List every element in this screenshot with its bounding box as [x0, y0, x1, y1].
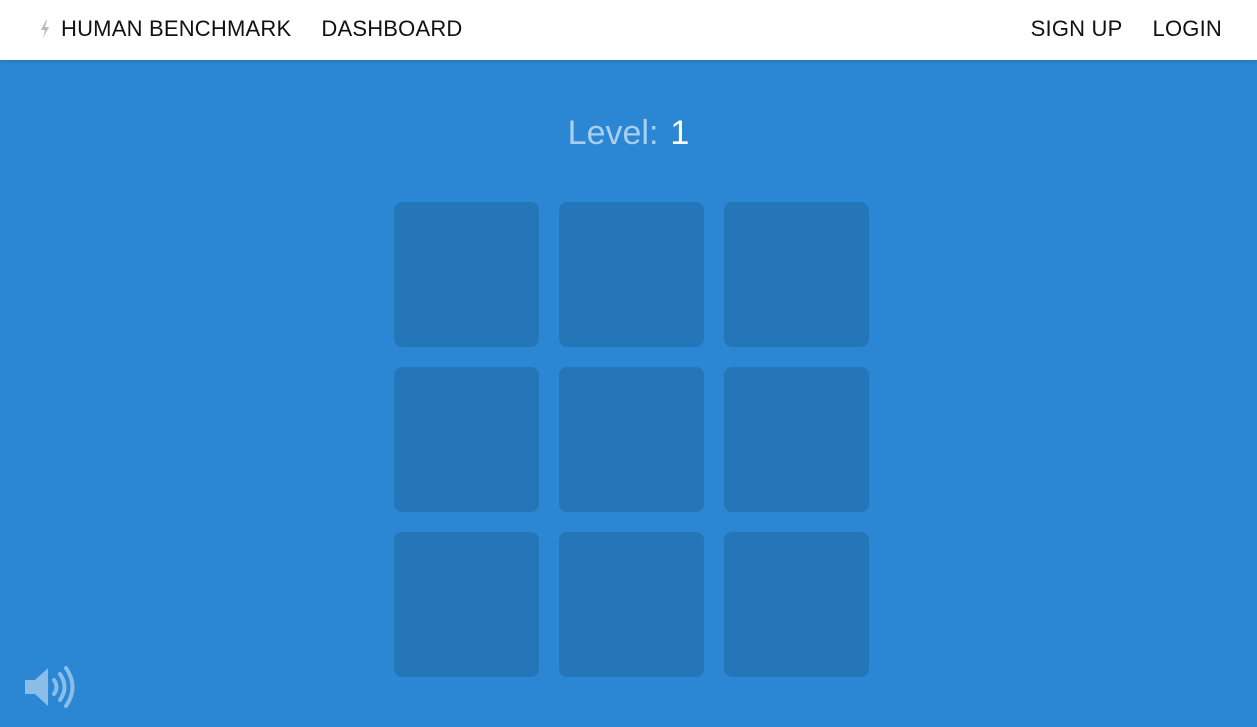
- grid-tile[interactable]: [394, 202, 539, 347]
- grid-tile[interactable]: [559, 532, 704, 677]
- grid-tile[interactable]: [724, 367, 869, 512]
- sign-up-link[interactable]: SIGN UP: [1031, 16, 1123, 42]
- memory-tile-grid: [394, 202, 869, 677]
- sound-toggle-button[interactable]: [24, 664, 78, 710]
- dashboard-link[interactable]: DASHBOARD: [321, 16, 462, 42]
- grid-tile[interactable]: [394, 367, 539, 512]
- grid-tile[interactable]: [559, 202, 704, 347]
- level-label: Level:: [567, 114, 659, 152]
- nav-right-group: SIGN UP LOGIN: [1031, 0, 1222, 58]
- level-indicator: Level: 1: [0, 111, 1257, 155]
- login-link[interactable]: LOGIN: [1153, 16, 1222, 42]
- page: HUMAN BENCHMARK DASHBOARD SIGN UP LOGIN …: [0, 0, 1257, 727]
- grid-tile[interactable]: [724, 532, 869, 677]
- brand-link[interactable]: HUMAN BENCHMARK: [38, 16, 291, 42]
- bolt-icon: [41, 20, 49, 38]
- top-navigation-bar: HUMAN BENCHMARK DASHBOARD SIGN UP LOGIN: [0, 0, 1257, 60]
- level-value: 1: [670, 114, 690, 152]
- brand-label: HUMAN BENCHMARK: [61, 16, 292, 41]
- speaker-volume-icon: [25, 666, 75, 708]
- grid-tile[interactable]: [394, 532, 539, 677]
- grid-tile[interactable]: [724, 202, 869, 347]
- nav-left-group: HUMAN BENCHMARK DASHBOARD: [38, 0, 463, 58]
- grid-tile[interactable]: [559, 367, 704, 512]
